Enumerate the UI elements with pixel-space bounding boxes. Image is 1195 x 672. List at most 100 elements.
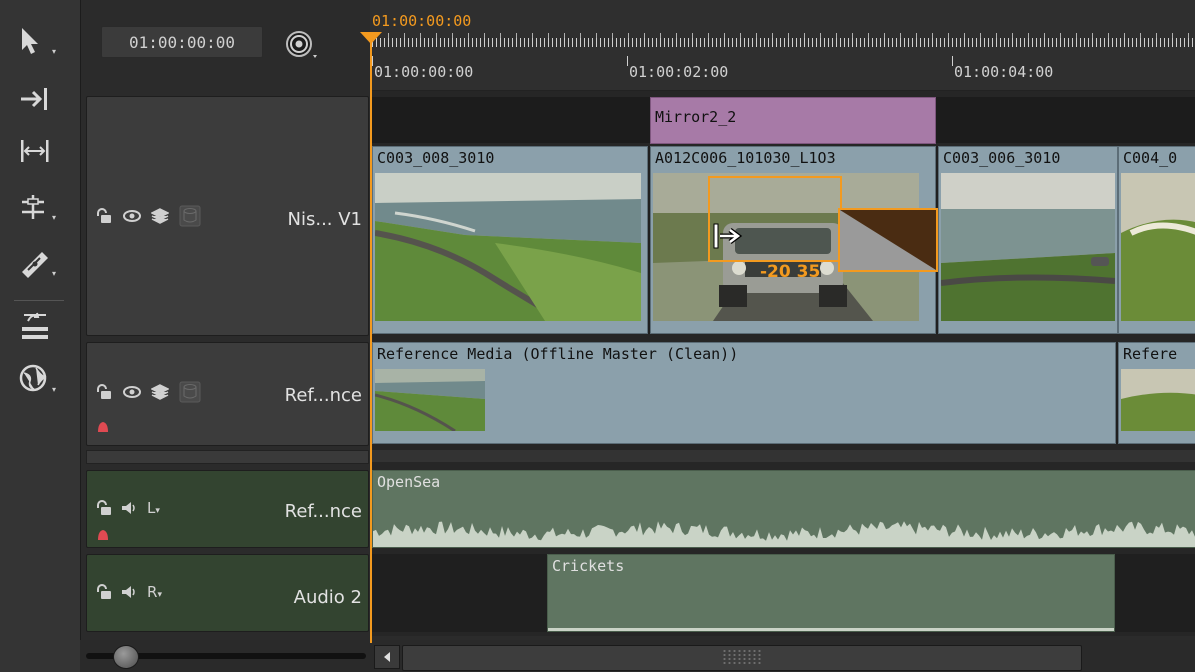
slip-tool[interactable] <box>18 134 62 168</box>
channel-label: R <box>147 583 158 601</box>
chevron-down-icon: ▾ <box>157 590 162 600</box>
clip-label: OpenSea <box>377 473 441 491</box>
disk-icon[interactable] <box>179 205 201 227</box>
coast-thumbnail <box>1121 369 1195 431</box>
reference-clip[interactable]: Reference Media (Offline Master (Clean)) <box>372 342 1116 444</box>
reference-clip[interactable]: Refere <box>1118 342 1195 444</box>
clip-label: Refere <box>1123 345 1178 363</box>
scroll-left-button[interactable] <box>374 645 400 669</box>
clip-label: A012C006_101030_L1O3 <box>655 149 836 167</box>
track-header-v1[interactable]: Nis... V1 <box>86 96 369 336</box>
track-name: Nis... V1 <box>287 209 363 230</box>
clip-label: Mirror2_2 <box>655 108 737 126</box>
track-header-audio-1[interactable]: L▾ Ref...nce <box>86 470 369 548</box>
arrow-right-bar-icon <box>21 88 47 110</box>
sphere-icon <box>19 364 47 392</box>
bell-icon <box>98 422 108 432</box>
track-name: Ref...nce <box>284 501 362 522</box>
clip-label: C004_0 <box>1123 149 1178 167</box>
timeline-section-divider <box>372 450 1195 462</box>
tool-strip: ▾ ▾ ▾ ▾ <box>0 0 81 672</box>
video-clip[interactable]: C003_006_3010 <box>938 146 1118 334</box>
clip-thumbnail <box>941 173 1115 321</box>
playhead-timecode: 01:00:00:00 <box>372 12 472 30</box>
chevron-down-icon: ▾ <box>52 269 57 278</box>
snap-button[interactable] <box>283 29 327 61</box>
track-header-reference[interactable]: Ref...nce <box>86 342 369 446</box>
ruler-label: 01:00:04:00 <box>954 63 1054 81</box>
timecode-display[interactable]: 01:00:00:00 <box>101 26 263 58</box>
coast-thumbnail <box>375 173 641 321</box>
ruler-tick <box>952 56 953 66</box>
ruler-tick <box>372 56 373 66</box>
arrow-select-icon <box>22 28 38 54</box>
track-name: Audio 2 <box>293 587 362 608</box>
clip-label: C003_006_3010 <box>943 149 1061 167</box>
layers-icon[interactable] <box>151 208 169 224</box>
snap-icon <box>286 31 317 58</box>
coast-thumbnail <box>941 173 1115 321</box>
track-select-tool[interactable] <box>18 82 62 116</box>
video-clip[interactable]: C004_0 <box>1118 146 1195 334</box>
eye-icon[interactable] <box>123 385 141 399</box>
trim-triangle-icon <box>840 210 936 270</box>
lock-icon[interactable] <box>95 208 113 224</box>
ruler-tick <box>627 56 628 66</box>
scrollbar-grip <box>722 649 762 665</box>
chevron-down-icon: ▾ <box>52 213 57 222</box>
audio-clip[interactable]: OpenSea <box>372 470 1195 548</box>
trim-frames: 35 <box>796 262 821 282</box>
channel-selector[interactable]: L▾ <box>147 499 160 517</box>
audio-waveform <box>548 628 1114 631</box>
playhead[interactable] <box>370 38 372 643</box>
slip-icon <box>21 140 49 162</box>
select-tool[interactable]: ▾ <box>18 24 62 58</box>
trim-cursor <box>712 222 746 254</box>
chevron-down-icon: ▾ <box>155 506 160 516</box>
coast-thumbnail <box>375 369 485 431</box>
section-divider[interactable] <box>86 450 369 464</box>
divider <box>14 300 64 301</box>
channel-selector[interactable]: R▾ <box>147 583 162 601</box>
clip-thumbnail <box>1121 369 1195 431</box>
video-clip[interactable]: C003_008_3010 <box>372 146 648 334</box>
stack-icon <box>22 312 48 339</box>
speaker-icon[interactable] <box>121 501 139 515</box>
bell-icon <box>98 530 108 540</box>
layers-icon[interactable] <box>151 384 169 400</box>
speaker-icon[interactable] <box>121 585 139 599</box>
ripple-tool[interactable]: ▾ <box>18 190 62 224</box>
retime-tool[interactable] <box>18 308 62 342</box>
ruler-label: 01:00:02:00 <box>629 63 729 81</box>
clip-label: Crickets <box>552 557 625 575</box>
clip-label: C003_008_3010 <box>377 149 495 167</box>
trim-offset: -20 <box>760 262 791 282</box>
chevron-down-icon: ▾ <box>52 47 57 56</box>
track-header-audio-2[interactable]: R▾ Audio 2 <box>86 554 369 632</box>
audio-clip[interactable]: Crickets <box>547 554 1115 632</box>
disk-icon[interactable] <box>179 381 201 403</box>
playhead-handle[interactable] <box>360 32 382 44</box>
eye-icon[interactable] <box>123 209 141 223</box>
razor-icon <box>22 252 48 278</box>
globe-tool[interactable]: ▾ <box>18 362 62 396</box>
razor-tool[interactable]: ▾ <box>18 246 62 280</box>
lock-icon[interactable] <box>95 584 113 600</box>
chevron-left-icon <box>384 652 390 662</box>
lock-icon[interactable] <box>95 384 113 400</box>
track-name: Ref...nce <box>284 385 362 406</box>
trim-cursor-icon <box>713 223 743 249</box>
coast-thumbnail <box>1121 173 1195 321</box>
ripple-icon <box>22 195 44 219</box>
audio-waveform <box>373 521 1195 547</box>
effect-clip[interactable]: Mirror2_2 <box>650 97 936 144</box>
trim-values: -20 35 <box>760 262 820 282</box>
chevron-down-icon: ▾ <box>52 385 57 394</box>
clip-label: Reference Media (Offline Master (Clean)) <box>377 345 739 363</box>
trim-preview <box>838 208 938 272</box>
zoom-slider-knob[interactable] <box>113 645 139 669</box>
clip-thumbnail <box>375 369 485 431</box>
clip-thumbnail <box>1121 173 1195 321</box>
clip-thumbnail <box>375 173 641 321</box>
lock-icon[interactable] <box>95 500 113 516</box>
